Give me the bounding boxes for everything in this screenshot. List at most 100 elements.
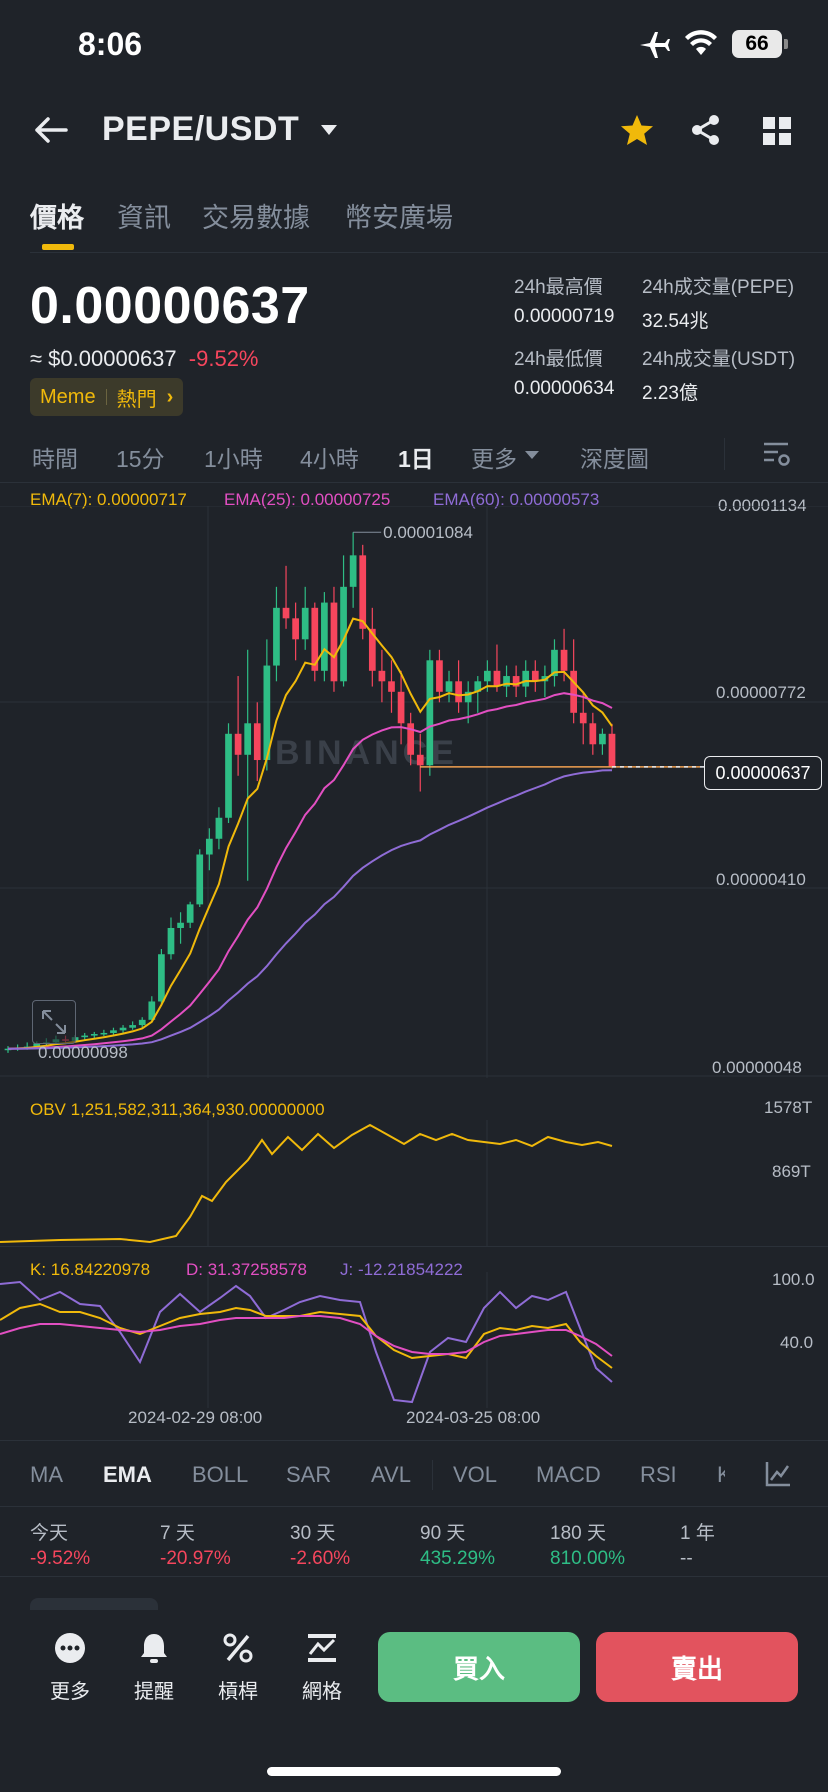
low-value: 0.00000634 bbox=[514, 378, 615, 399]
candle-body bbox=[234, 733, 242, 755]
divider bbox=[0, 1440, 828, 1441]
candle-body bbox=[349, 555, 357, 587]
chevron-down-icon[interactable] bbox=[320, 124, 338, 136]
divider bbox=[0, 1246, 828, 1247]
candle-body bbox=[186, 904, 194, 923]
vol-usdt-value: 2.23億 bbox=[642, 383, 698, 404]
more-button[interactable]: 更多 bbox=[35, 1632, 105, 1704]
candle-body bbox=[138, 1019, 146, 1026]
fullscreen-button[interactable] bbox=[32, 1000, 76, 1044]
airplane-icon bbox=[640, 32, 670, 58]
tag-separator bbox=[105, 389, 107, 405]
share-icon[interactable] bbox=[690, 114, 722, 146]
indicator-sar[interactable]: SAR bbox=[286, 1462, 331, 1488]
interval-more[interactable]: 更多 bbox=[471, 440, 517, 474]
back-arrow-icon[interactable] bbox=[34, 116, 68, 144]
interval-15m[interactable]: 15分 bbox=[116, 440, 165, 474]
perf-value: -- bbox=[680, 1548, 693, 1569]
candlestick-chart[interactable]: BINANCE 0.00001084 0.00000098 bbox=[0, 506, 828, 1078]
status-time: 8:06 bbox=[78, 26, 143, 62]
price-change: -9.52% bbox=[188, 346, 259, 371]
candle-body bbox=[330, 602, 338, 682]
indicator-ema[interactable]: EMA bbox=[103, 1462, 152, 1488]
obv-legend: OBV 1,251,582,311,364,930.00000000 bbox=[30, 1100, 325, 1119]
wifi-icon bbox=[685, 30, 717, 55]
more-dots-icon bbox=[55, 1633, 85, 1663]
indicator-avl[interactable]: AVL bbox=[371, 1462, 411, 1488]
price-usd: ≈ $0.00000637 bbox=[30, 346, 177, 371]
margin-button[interactable]: 槓桿 bbox=[203, 1632, 273, 1704]
kdj-chart bbox=[0, 1272, 613, 1408]
candle-body bbox=[445, 681, 453, 692]
chart-settings-icon[interactable] bbox=[762, 440, 790, 468]
alert-button[interactable]: 提醒 bbox=[119, 1632, 189, 1704]
candle-body bbox=[205, 838, 213, 855]
pair-title[interactable]: PEPE/USDT bbox=[102, 110, 299, 149]
indicator-ma[interactable]: MA bbox=[30, 1462, 63, 1488]
perf-value: 810.00% bbox=[550, 1548, 626, 1569]
star-icon[interactable] bbox=[620, 114, 654, 146]
indicator-vol[interactable]: VOL bbox=[453, 1462, 497, 1488]
high-annotation: 0.00001084 bbox=[383, 523, 473, 542]
status-bar: 8:06 66 bbox=[0, 0, 828, 90]
alert-label: 提醒 bbox=[134, 1681, 174, 1703]
kdj-d-line bbox=[0, 1315, 613, 1357]
margin-label: 槓桿 bbox=[218, 1681, 258, 1703]
tab-info[interactable]: 資訊 bbox=[117, 196, 171, 235]
expand-icon bbox=[42, 1010, 66, 1034]
sell-button[interactable]: 賣出 bbox=[596, 1632, 798, 1702]
meme-tag[interactable]: Meme 熱門 › bbox=[30, 378, 184, 416]
candle-body bbox=[90, 1034, 98, 1036]
candle-body bbox=[177, 922, 184, 928]
perf-value: -9.52% bbox=[30, 1548, 91, 1569]
candle-body bbox=[244, 723, 252, 755]
meme-label: Meme bbox=[40, 385, 96, 408]
candle-body bbox=[81, 1035, 89, 1038]
tab-price[interactable]: 價格 bbox=[30, 196, 84, 235]
indicator-chart-icon[interactable] bbox=[764, 1460, 792, 1488]
interval-1h[interactable]: 1小時 bbox=[204, 440, 263, 474]
interval-1d[interactable]: 1日 bbox=[398, 440, 434, 474]
more-chevron-icon bbox=[525, 451, 539, 459]
interval-4h[interactable]: 4小時 bbox=[300, 440, 359, 474]
candle-body bbox=[416, 754, 424, 766]
date-axis-label: 2024-03-25 08:00 bbox=[406, 1408, 541, 1427]
tab-square[interactable]: 幣安廣場 bbox=[345, 196, 453, 235]
candle-body bbox=[301, 607, 309, 640]
home-indicator[interactable] bbox=[267, 1767, 561, 1776]
grid-icon[interactable] bbox=[762, 116, 792, 146]
obv-axis-label: 1578T bbox=[764, 1098, 813, 1117]
candle-body bbox=[225, 733, 232, 818]
indicator-macd[interactable]: MACD bbox=[536, 1462, 601, 1488]
candle-body bbox=[158, 954, 165, 1002]
grid-trading-button[interactable]: 網格 bbox=[287, 1632, 357, 1704]
candle-body bbox=[292, 618, 299, 640]
candle-body bbox=[196, 854, 204, 905]
indicator-kdj[interactable]: K bbox=[717, 1462, 725, 1488]
indicator-rsi[interactable]: RSI bbox=[640, 1462, 677, 1488]
obv-line bbox=[0, 1123, 613, 1244]
divider bbox=[0, 1576, 828, 1577]
active-tab-indicator bbox=[42, 244, 74, 250]
chevron-right-icon: › bbox=[166, 385, 174, 408]
buy-button[interactable]: 買入 bbox=[378, 1632, 580, 1702]
candle-body bbox=[110, 1030, 117, 1033]
indicator-boll[interactable]: BOLL bbox=[192, 1462, 248, 1488]
tab-trading-data[interactable]: 交易數據 bbox=[202, 196, 310, 235]
candle-body bbox=[608, 733, 616, 767]
grid-trading-label: 網格 bbox=[302, 1681, 342, 1703]
candle-body bbox=[273, 607, 280, 666]
drawer-handle bbox=[30, 1598, 158, 1610]
candle-body bbox=[321, 602, 328, 671]
candle-body bbox=[560, 649, 568, 671]
candle-body bbox=[100, 1032, 108, 1035]
candle-body bbox=[378, 670, 386, 682]
date-axis-label: 2024-02-29 08:00 bbox=[128, 1408, 263, 1427]
perf-label: 180 天 bbox=[550, 1523, 606, 1544]
candle-body bbox=[388, 681, 395, 692]
candle-body bbox=[436, 660, 443, 692]
interval-time[interactable]: 時間 bbox=[32, 440, 78, 474]
divider bbox=[0, 1506, 828, 1507]
interval-depth[interactable]: 深度圖 bbox=[580, 440, 649, 474]
divider bbox=[0, 482, 828, 483]
